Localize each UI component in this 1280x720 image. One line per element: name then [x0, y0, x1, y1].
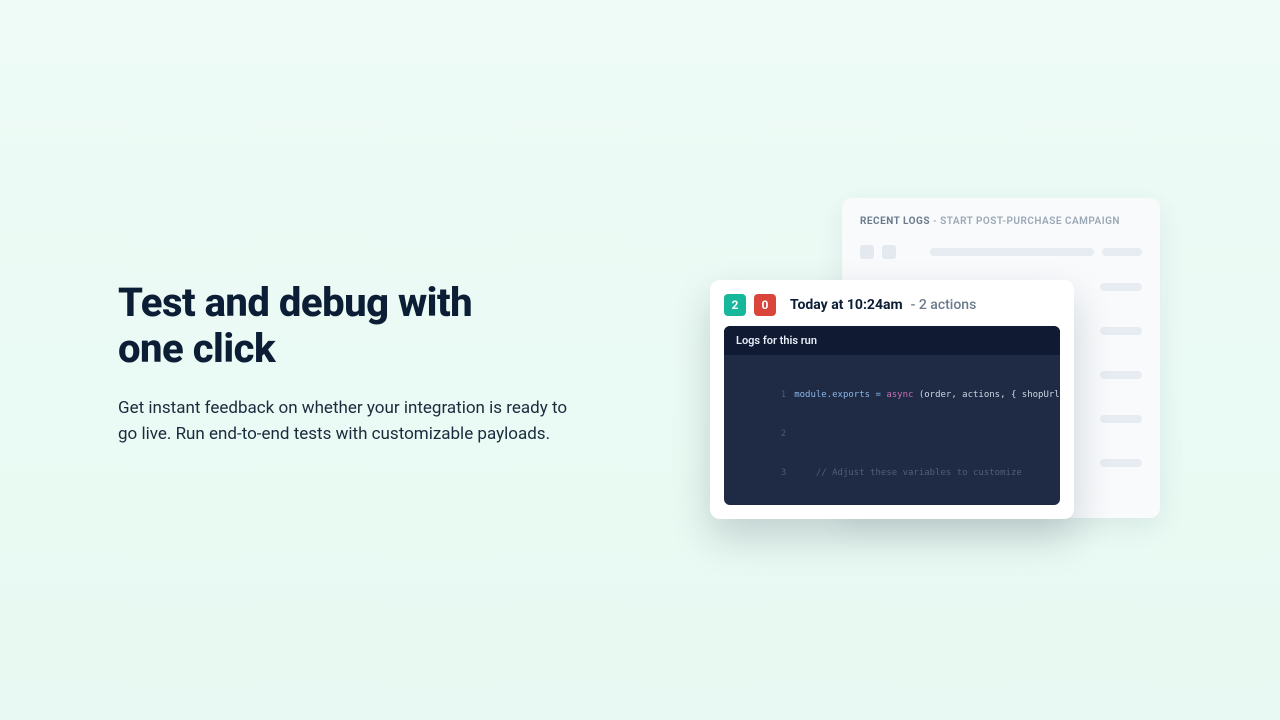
placeholder-header-row	[860, 245, 1142, 259]
recent-logs-title-prefix: RECENT LOGS	[860, 216, 930, 227]
headline-line-2: one click	[118, 325, 275, 372]
placeholder-square-icon	[882, 245, 896, 259]
recent-logs-title-suffix: START POST-PURCHASE CAMPAIGN	[940, 216, 1120, 227]
run-timestamp: Today at 10:24am	[790, 297, 903, 313]
run-log-card: 2 0 Today at 10:24am - 2 actions Logs fo…	[710, 280, 1074, 519]
success-count-badge: 2	[724, 294, 746, 316]
placeholder-square-icon	[860, 245, 874, 259]
code-log-panel: Logs for this run 1 2 3 4 5 6 7 8 9 10 1…	[724, 326, 1060, 505]
run-action-count: - 2 actions	[911, 297, 977, 313]
run-header: 2 0 Today at 10:24am - 2 actions	[724, 294, 1060, 316]
hero-headline: Test and debug with one click	[118, 280, 588, 372]
code-lines: module.exports = async (order, actions, …	[794, 363, 1060, 495]
hero-section: Test and debug with one click Get instan…	[0, 0, 1280, 720]
code-log-body: 1 2 3 4 5 6 7 8 9 10 11 12 13 14 module.…	[724, 355, 1060, 505]
hero-subcopy: Get instant feedback on whether your int…	[118, 396, 568, 447]
headline-line-1: Test and debug with	[118, 279, 472, 326]
recent-logs-title-sep: -	[930, 216, 940, 227]
error-count-badge: 0	[754, 294, 776, 316]
hero-copy: Test and debug with one click Get instan…	[118, 280, 588, 447]
code-gutter: 1 2 3 4 5 6 7 8 9 10 11 12 13 14	[724, 363, 794, 495]
line-number: 3	[732, 467, 786, 480]
line-number: 2	[732, 428, 786, 441]
placeholder-line	[930, 248, 1094, 256]
line-number: 1	[732, 389, 786, 402]
placeholder-line	[1102, 248, 1142, 256]
code-log-header: Logs for this run	[724, 326, 1060, 355]
recent-logs-title: RECENT LOGS - START POST-PURCHASE CAMPAI…	[860, 216, 1142, 227]
